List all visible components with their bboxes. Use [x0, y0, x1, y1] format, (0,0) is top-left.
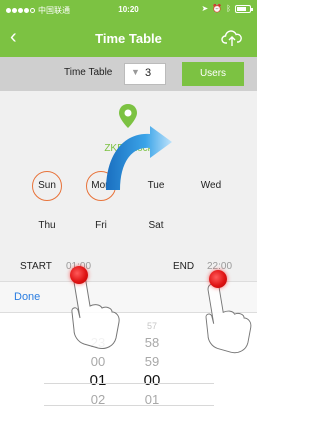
minute-option[interactable]: 01 — [132, 390, 172, 409]
status-icons: ➤ ⏰ ᛒ — [201, 4, 253, 13]
bluetooth-icon: ᛒ — [226, 4, 231, 13]
timetable-select[interactable]: ▼ 3 — [124, 63, 166, 85]
day-label: Fri — [95, 220, 107, 231]
day-label: Thu — [38, 220, 56, 231]
end-label: END — [173, 261, 195, 272]
done-button[interactable]: Done — [14, 291, 40, 303]
day-label: Sun — [38, 180, 56, 191]
day-thu[interactable]: Thu — [32, 211, 62, 241]
battery-icon — [235, 4, 253, 13]
location-arrow-icon: ➤ — [201, 4, 209, 13]
swap-arrow-icon — [106, 126, 172, 190]
touch-point-icon — [209, 270, 227, 288]
day-fri[interactable]: Fri — [86, 211, 116, 241]
picker-divider — [44, 383, 214, 384]
day-sat[interactable]: Sat — [141, 211, 171, 241]
picker-divider — [44, 405, 214, 406]
day-wed[interactable]: Wed — [196, 171, 226, 201]
touch-point-icon — [70, 266, 88, 284]
day-label: Sat — [148, 220, 164, 231]
cloud-upload-icon — [221, 30, 242, 46]
timetable-label: Time Table — [64, 67, 113, 78]
status-bar: 中国联通 10:20 ➤ ⏰ ᛒ — [0, 0, 257, 20]
hour-option[interactable]: 00 — [78, 352, 118, 371]
nav-bar: ‹ Time Table — [0, 20, 257, 57]
timetable-value: 3 — [145, 67, 152, 79]
dropdown-caret-icon: ▼ — [131, 67, 140, 77]
day-sun[interactable]: Sun — [32, 171, 62, 201]
minute-option[interactable]: 58 — [132, 333, 172, 352]
hand-gesture-icon — [205, 282, 252, 354]
minute-wheel[interactable]: 57 58 59 00 01 — [132, 319, 172, 409]
minute-option[interactable]: 59 — [132, 352, 172, 371]
start-label: START — [20, 261, 52, 272]
hour-option[interactable]: 02 — [78, 390, 118, 409]
users-button[interactable]: Users — [182, 62, 244, 86]
cloud-upload-button[interactable] — [221, 28, 243, 48]
hour-selected[interactable]: 01 — [78, 371, 118, 390]
alarm-icon: ⏰ — [212, 4, 223, 13]
timetable-bar: Time Table ▼ 3 Users — [0, 57, 257, 91]
minute-option[interactable]: 57 — [132, 319, 172, 333]
hand-gesture-icon — [71, 275, 120, 349]
day-label: Wed — [200, 180, 222, 191]
minute-selected[interactable]: 00 — [132, 371, 172, 390]
page-title: Time Table — [95, 31, 162, 46]
